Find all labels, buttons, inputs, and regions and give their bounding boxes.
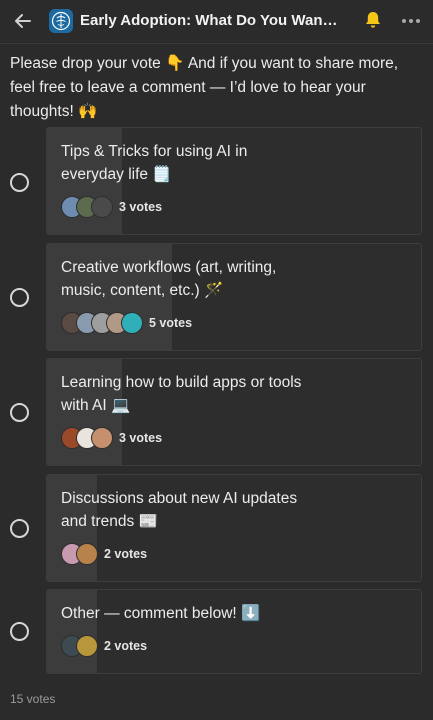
option-radio[interactable] <box>10 173 29 192</box>
avatar <box>91 196 113 218</box>
voter-avatars: 3 votes <box>61 196 162 218</box>
option-card[interactable]: Discussions about new AI updates and tre… <box>46 474 422 582</box>
arrow-left-icon[interactable] <box>11 9 35 33</box>
option-radio[interactable] <box>10 622 29 641</box>
voter-avatars: 2 votes <box>61 635 147 657</box>
header-divider <box>0 43 433 44</box>
option-radio[interactable] <box>10 403 29 422</box>
vote-count[interactable]: 5 votes <box>149 316 192 330</box>
option-radio[interactable] <box>10 519 29 538</box>
option-card[interactable]: Learning how to build apps or tools with… <box>46 358 422 466</box>
avatar <box>121 312 143 334</box>
option-label: Tips & Tricks for using AI in everyday l… <box>61 143 248 183</box>
option-radio[interactable] <box>10 288 29 307</box>
vote-count[interactable]: 2 votes <box>104 639 147 653</box>
voter-avatars: 2 votes <box>61 543 147 565</box>
more-horizontal-icon[interactable] <box>398 9 424 31</box>
voter-avatars: 5 votes <box>61 312 192 334</box>
option-label: Discussions about new AI updates and tre… <box>61 490 298 530</box>
avatar <box>76 543 98 565</box>
option-label: Learning how to build apps or tools with… <box>61 374 302 414</box>
total-votes: 15 votes <box>10 692 56 706</box>
header-bar: Early Adoption: What Do You Want Most Fr… <box>0 0 433 42</box>
voter-avatars: 3 votes <box>61 427 162 449</box>
vote-count[interactable]: 3 votes <box>119 200 162 214</box>
channel-logo[interactable] <box>49 9 73 33</box>
option-card[interactable]: Creative workflows (art, writing, music,… <box>46 243 422 351</box>
poll-message: Please drop your vote 👇 And if you want … <box>10 55 399 120</box>
vote-count[interactable]: 3 votes <box>119 431 162 445</box>
avatar <box>91 427 113 449</box>
option-card[interactable]: Other — comment below! ⬇️ 2 votes <box>46 589 422 674</box>
option-label: Creative workflows (art, writing, music,… <box>61 259 277 299</box>
option-card[interactable]: Tips & Tricks for using AI in everyday l… <box>46 127 422 235</box>
vote-count[interactable]: 2 votes <box>104 547 147 561</box>
option-label: Other — comment below! ⬇️ <box>61 605 261 622</box>
bell-icon[interactable] <box>362 9 384 31</box>
page-title: Early Adoption: What Do You Want Most Fr… <box>80 12 342 29</box>
avatar <box>76 635 98 657</box>
